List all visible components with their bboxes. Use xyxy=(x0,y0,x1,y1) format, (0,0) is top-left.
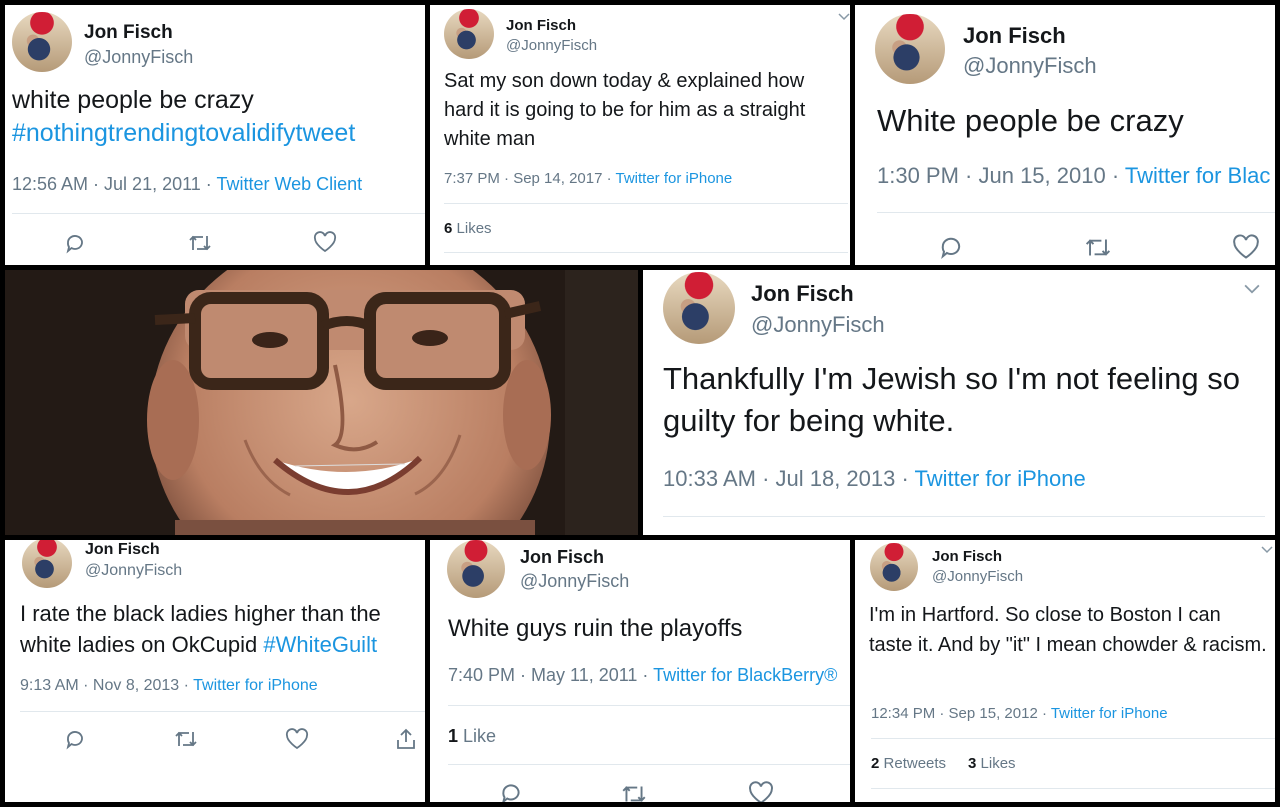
tweet-card-6: Jon Fisch @JonnyFisch White guys ruin th… xyxy=(430,540,850,802)
avatar[interactable] xyxy=(875,14,945,84)
reply-icon[interactable] xyxy=(498,780,524,802)
source-link[interactable]: Twitter for iPhone xyxy=(1051,705,1168,722)
retweet-icon[interactable] xyxy=(173,728,199,750)
tweet-timestamp: 9:13 AM · Nov 8, 2013 · Twitter for iPho… xyxy=(20,677,318,694)
tweet-text: I'm in Hartford. So close to Boston I ca… xyxy=(869,604,1267,656)
divider xyxy=(12,213,425,214)
source-link[interactable]: Twitter for iPhone xyxy=(915,466,1086,491)
share-icon[interactable] xyxy=(395,727,417,751)
author-handle[interactable]: @JonnyFisch xyxy=(963,53,1097,79)
tweet-text: I rate the black ladies higher than the … xyxy=(20,601,381,657)
tweet-text: Sat my son down today & explained how ha… xyxy=(444,70,806,150)
avatar[interactable] xyxy=(870,543,918,591)
retweet-icon[interactable] xyxy=(620,782,648,802)
tweet-text: White people be crazy xyxy=(877,103,1184,138)
tweet-timestamp: 7:40 PM · May 11, 2011 · Twitter for Bla… xyxy=(448,665,838,685)
tweet-timestamp: 12:34 PM · Sep 15, 2012 · Twitter for iP… xyxy=(871,705,1168,722)
reply-icon[interactable] xyxy=(937,233,965,261)
tweet-card-7: Jon Fisch @JonnyFisch I'm in Hartford. S… xyxy=(855,540,1275,802)
chevron-down-icon[interactable] xyxy=(1261,546,1273,554)
tweet-text: White guys ruin the playoffs xyxy=(448,615,743,642)
source-link[interactable]: Twitter for iPhone xyxy=(616,170,733,187)
author-name[interactable]: Jon Fisch xyxy=(85,541,182,559)
likes-count[interactable]: 3 Likes xyxy=(968,755,1016,772)
retweet-icon[interactable] xyxy=(187,232,213,254)
portrait-photo xyxy=(5,270,638,535)
hashtag-link[interactable]: #nothingtrendingtovalidifytweet xyxy=(12,119,355,147)
divider xyxy=(448,764,850,765)
hashtag-link[interactable]: #WhiteGuilt xyxy=(263,632,377,657)
divider xyxy=(877,212,1275,213)
tweet-text: Thankfully I'm Jewish so I'm not feeling… xyxy=(663,361,1240,438)
source-link[interactable]: Twitter Web Client xyxy=(216,174,362,194)
avatar[interactable] xyxy=(663,272,735,344)
author-name[interactable]: Jon Fisch xyxy=(520,547,629,568)
like-icon[interactable] xyxy=(748,781,774,802)
tweet-card-5: Jon Fisch @JonnyFisch I rate the black l… xyxy=(5,540,425,802)
avatar[interactable] xyxy=(12,12,72,72)
divider xyxy=(444,252,848,253)
divider xyxy=(871,788,1275,789)
retweet-icon[interactable] xyxy=(1083,235,1113,260)
like-icon[interactable] xyxy=(313,231,337,253)
author-handle[interactable]: @JonnyFisch xyxy=(85,562,182,580)
tweet-card-1: Jon Fisch @JonnyFisch white people be cr… xyxy=(5,5,425,265)
divider xyxy=(871,738,1275,739)
author-handle[interactable]: @JonnyFisch xyxy=(751,312,885,338)
author-handle[interactable]: @JonnyFisch xyxy=(520,571,629,592)
author-handle[interactable]: @JonnyFisch xyxy=(932,568,1023,585)
source-link[interactable]: Twitter for iPhone xyxy=(193,677,318,694)
tweet-text: white people be crazy #nothingtrendingto… xyxy=(12,86,356,147)
chevron-down-icon[interactable] xyxy=(1243,284,1261,295)
tweet-timestamp: 1:30 PM · Jun 15, 2010 · Twitter for Bla… xyxy=(877,163,1271,188)
tweet-card-3: Jon Fisch @JonnyFisch White people be cr… xyxy=(855,5,1275,265)
reply-icon[interactable] xyxy=(63,231,87,255)
like-icon[interactable] xyxy=(1232,234,1260,260)
source-link[interactable]: Twitter for BlackBerry® xyxy=(653,665,837,685)
tweet-card-4: Jon Fisch @JonnyFisch Thankfully I'm Jew… xyxy=(643,270,1275,535)
chevron-down-icon[interactable] xyxy=(838,13,850,21)
author-name[interactable]: Jon Fisch xyxy=(932,548,1023,565)
likes-count[interactable]: 6 Likes xyxy=(444,220,492,237)
tweet-timestamp: 10:33 AM · Jul 18, 2013 · Twitter for iP… xyxy=(663,466,1086,491)
avatar[interactable] xyxy=(447,540,505,598)
author-name[interactable]: Jon Fisch xyxy=(506,17,597,34)
tweet-card-2: Jon Fisch @JonnyFisch Sat my son down to… xyxy=(430,5,850,265)
reply-icon[interactable] xyxy=(63,727,87,751)
avatar[interactable] xyxy=(22,540,72,588)
divider xyxy=(448,705,850,706)
divider xyxy=(663,516,1265,517)
author-handle[interactable]: @JonnyFisch xyxy=(84,47,193,68)
likes-count[interactable]: 1 Like xyxy=(448,726,496,747)
divider xyxy=(20,711,425,712)
author-name[interactable]: Jon Fisch xyxy=(963,23,1097,49)
author-handle[interactable]: @JonnyFisch xyxy=(506,37,597,54)
avatar[interactable] xyxy=(444,9,494,59)
divider xyxy=(444,203,848,204)
author-name[interactable]: Jon Fisch xyxy=(751,281,885,307)
like-icon[interactable] xyxy=(285,728,309,750)
author-name[interactable]: Jon Fisch xyxy=(84,22,193,44)
tweet-timestamp: 12:56 AM · Jul 21, 2011 · Twitter Web Cl… xyxy=(12,174,363,194)
source-link[interactable]: Twitter for Blac xyxy=(1125,163,1270,188)
tweet-timestamp: 7:37 PM · Sep 14, 2017 · Twitter for iPh… xyxy=(444,170,733,187)
retweets-count[interactable]: 2 Retweets xyxy=(871,755,946,772)
